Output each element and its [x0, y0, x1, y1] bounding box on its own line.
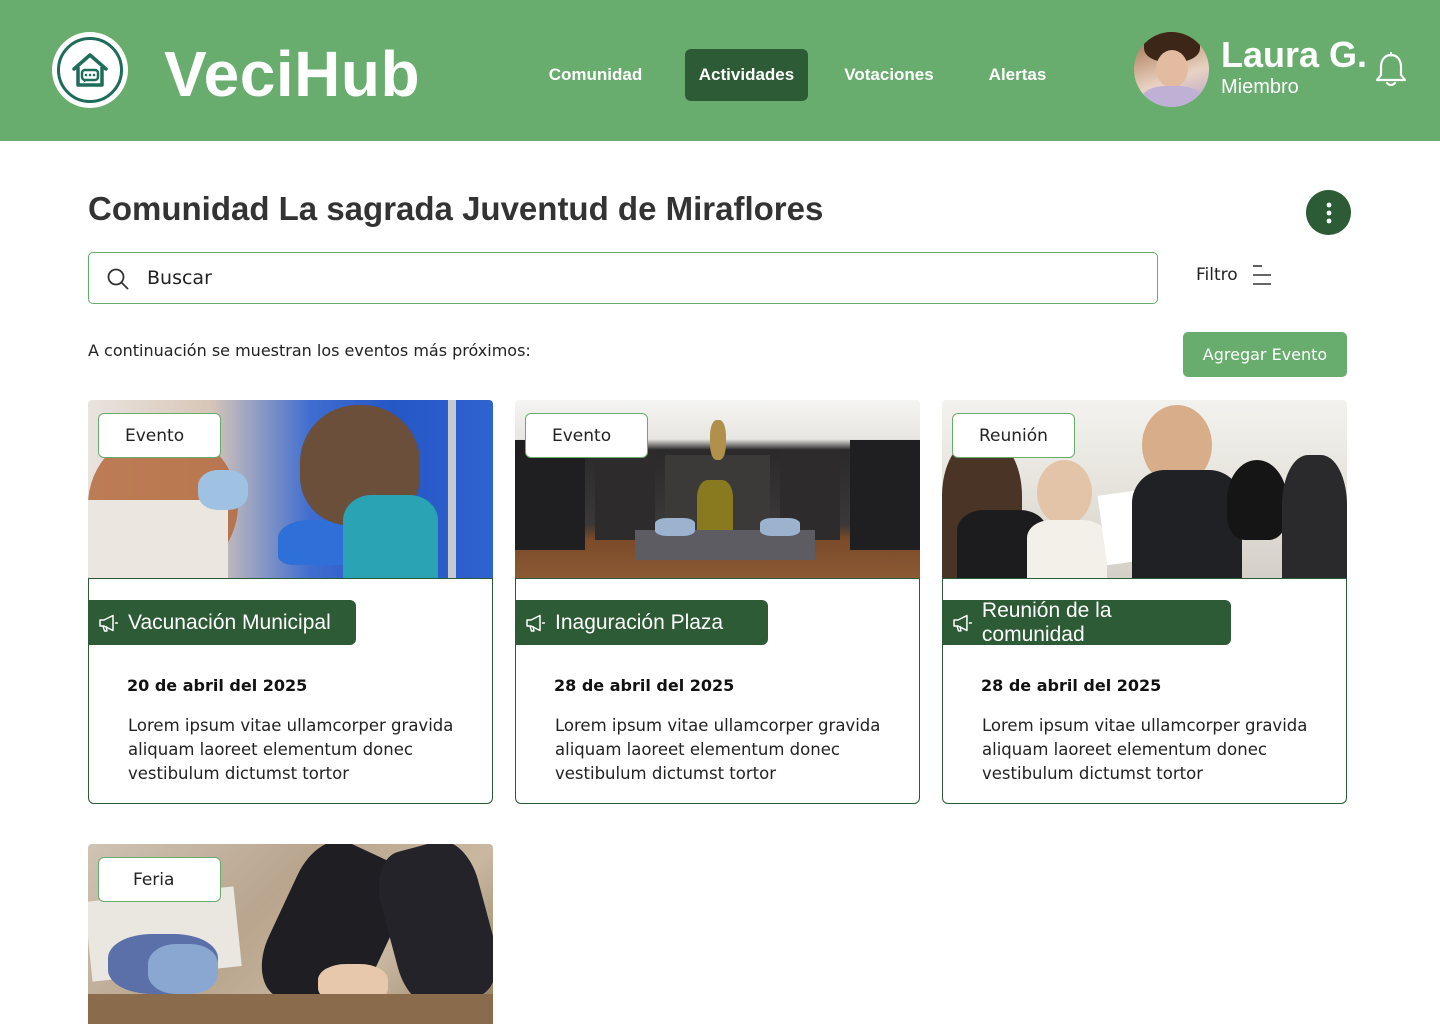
more-options-button[interactable]: [1306, 190, 1351, 235]
event-tag: Evento: [98, 413, 221, 458]
search-input[interactable]: [147, 261, 1127, 295]
search-icon: [107, 268, 129, 290]
event-tag: Reunión: [952, 413, 1075, 458]
event-title: Inaguración Plaza: [515, 600, 768, 645]
filter-label: Filtro: [1196, 265, 1238, 285]
event-card[interactable]: Feria: [88, 844, 493, 1024]
house-chat-icon[interactable]: [52, 32, 128, 108]
event-title-text: Reunión de la comunidad: [981, 598, 1112, 646]
nav-actividades[interactable]: Actividades: [685, 49, 808, 101]
more-vertical-icon: [1326, 202, 1331, 223]
events-intro-text: A continuación se muestran los eventos m…: [88, 341, 531, 360]
event-card[interactable]: Evento Inaguración Plaza 28 de abril del…: [515, 400, 920, 804]
search-box[interactable]: [88, 252, 1158, 304]
page-title: Comunidad La sagrada Juventud de Miraflo…: [88, 190, 824, 227]
megaphone-icon: [99, 614, 118, 632]
top-header: VeciHub Comunidad Actividades Votaciones…: [0, 0, 1440, 141]
event-title: Vacunación Municipal: [88, 600, 356, 645]
event-date: 20 de abril del 2025: [127, 676, 308, 695]
bell-icon[interactable]: [1374, 52, 1408, 88]
event-description: Lorem ipsum vitae ullamcorper gravida al…: [555, 716, 881, 783]
event-description: Lorem ipsum vitae ullamcorper gravida al…: [982, 716, 1308, 783]
event-title-text: Vacunación Municipal: [128, 610, 331, 634]
event-card[interactable]: Reunión Reunión de la comunidad 28 de ab…: [942, 400, 1347, 804]
event-title-text: Inaguración Plaza: [555, 610, 724, 634]
event-description: Lorem ipsum vitae ullamcorper gravida al…: [128, 716, 454, 783]
megaphone-icon: [953, 614, 972, 632]
nav-comunidad[interactable]: Comunidad: [535, 49, 656, 101]
filter-lines-icon: [1252, 265, 1271, 285]
nav-alertas[interactable]: Alertas: [975, 49, 1060, 101]
nav-votaciones[interactable]: Votaciones: [830, 49, 948, 101]
user-name: Laura G.: [1221, 34, 1368, 75]
add-event-button[interactable]: Agregar Evento: [1183, 332, 1347, 377]
app-brand: VeciHub: [164, 38, 421, 110]
event-date: 28 de abril del 2025: [554, 676, 735, 695]
megaphone-icon: [526, 614, 545, 632]
user-role: Miembro: [1221, 76, 1299, 98]
filter-button[interactable]: Filtro: [1196, 264, 1272, 286]
event-date: 28 de abril del 2025: [981, 676, 1162, 695]
event-tag: Feria: [98, 857, 221, 902]
event-tag: Evento: [525, 413, 648, 458]
event-card[interactable]: Evento Vacunación Municipal 20 de abril …: [88, 400, 493, 804]
event-title: Reunión de la comunidad: [942, 598, 1231, 646]
avatar[interactable]: [1134, 32, 1209, 107]
